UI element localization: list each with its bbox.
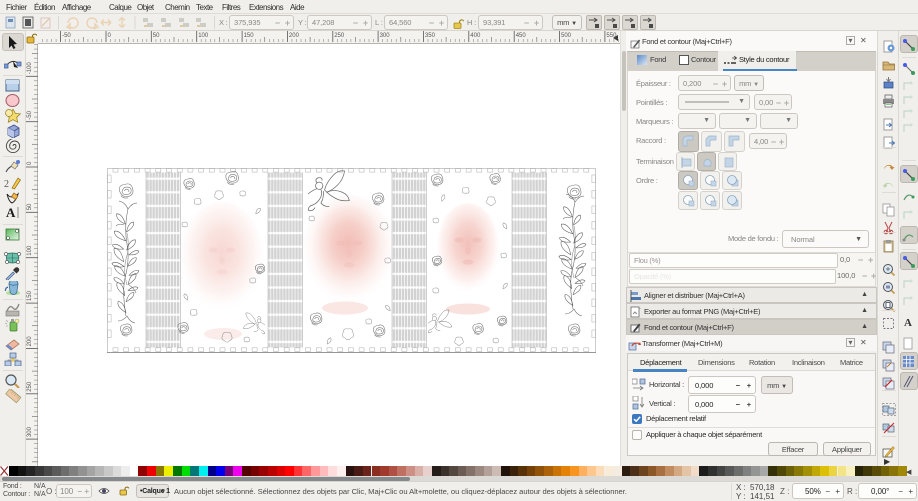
svg-text:150: 150 [27,290,33,301]
svg-text:300: 300 [27,426,33,437]
svg-text:350: 350 [425,33,436,39]
svg-text:500: 500 [561,33,572,39]
svg-text:2: 2 [4,179,9,190]
svg-text:100: 100 [198,33,209,39]
svg-text:200: 200 [27,336,33,347]
svg-text:-50: -50 [62,33,71,39]
svg-text:100: 100 [27,245,33,256]
svg-text:450: 450 [516,33,527,39]
svg-text:A: A [6,205,16,219]
svg-text:50: 50 [27,203,33,210]
svg-text:200: 200 [289,33,300,39]
svg-text:250: 250 [334,33,345,39]
svg-text:250: 250 [27,381,33,392]
svg-text:0: 0 [108,33,112,39]
svg-text:-100: -100 [27,62,33,75]
svg-text:400: 400 [470,33,481,39]
svg-text:0: 0 [27,161,33,165]
svg-text:-50: -50 [27,110,33,119]
svg-text:50: 50 [153,33,160,39]
svg-text:300: 300 [380,33,391,39]
svg-text:150: 150 [244,33,255,39]
svg-text:A: A [904,317,912,329]
